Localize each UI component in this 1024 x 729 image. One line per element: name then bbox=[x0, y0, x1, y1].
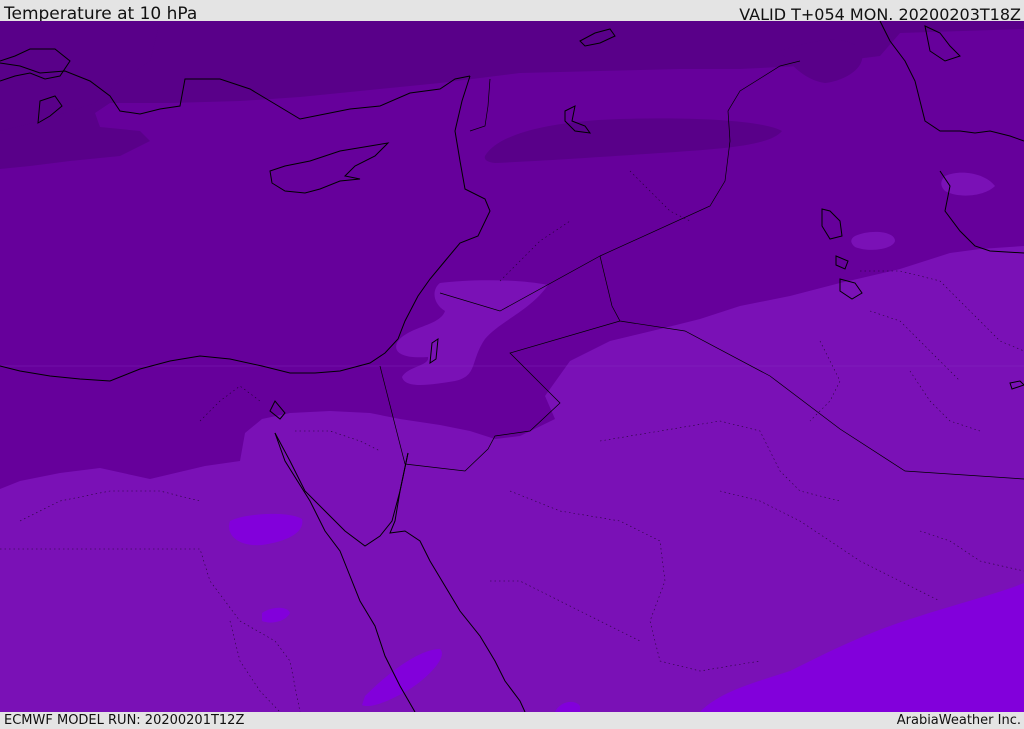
credit-label: ArabiaWeather Inc. bbox=[896, 713, 1021, 728]
temperature-field-svg bbox=[0, 21, 1024, 712]
header-bar: Temperature at 10 hPa VALID T+054 MON. 2… bbox=[0, 0, 1024, 24]
footer-bar: ECMWF MODEL RUN: 20200201T12Z ArabiaWeat… bbox=[0, 712, 1024, 729]
weather-map[interactable] bbox=[0, 21, 1024, 712]
model-run-label: ECMWF MODEL RUN: 20200201T12Z bbox=[4, 713, 245, 728]
